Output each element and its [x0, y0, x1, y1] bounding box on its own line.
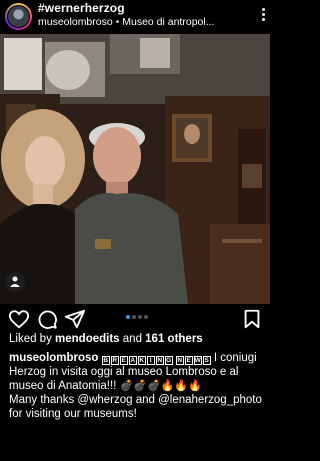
heart-icon[interactable]	[8, 308, 30, 330]
likes-middle: and	[119, 333, 146, 345]
bookmark-icon[interactable]	[241, 308, 263, 330]
profile-avatar-ring[interactable]	[5, 3, 32, 30]
carousel-dot	[132, 315, 136, 319]
badge-letter: G	[164, 356, 173, 365]
post-header: #wernerherzog museolombroso • Museo di a…	[0, 0, 270, 34]
post-image	[0, 34, 270, 304]
caption-username-link[interactable]: museolombroso	[9, 352, 98, 364]
badge-letter: W	[193, 356, 202, 365]
liked-by-user-link[interactable]: mendoedits	[55, 333, 120, 345]
post-photo[interactable]	[0, 34, 270, 304]
separator-dot: •	[115, 16, 120, 28]
badge-letter: N	[155, 356, 164, 365]
caption-emojis: 💣💣💣🔥🔥🔥	[119, 380, 202, 392]
badge-letter: A	[128, 356, 137, 365]
carousel-dot	[138, 315, 142, 319]
location-link[interactable]: Museo di antropol...	[122, 16, 214, 28]
post-footer: Liked by mendoedits and 161 others museo…	[9, 333, 265, 421]
breaking-badge: BREAKING	[101, 356, 173, 365]
likes-prefix: Liked by	[9, 333, 56, 345]
hashtag-title[interactable]: #wernerherzog	[38, 1, 125, 15]
badge-letter: N	[175, 356, 184, 365]
avatar[interactable]	[7, 5, 30, 28]
caption-thanks: Many thanks @wherzog and @lenaherzog_pho…	[9, 394, 262, 420]
carousel-dot	[126, 315, 130, 319]
share-icon[interactable]	[64, 308, 86, 330]
badge-letter: R	[110, 356, 119, 365]
account-line: museolombroso • Museo di antropol...	[38, 16, 263, 28]
post-caption: museolombroso BREAKING NEWS I coniugi He…	[9, 351, 265, 421]
username-link[interactable]: museolombroso	[38, 16, 113, 28]
badge-letter: B	[101, 356, 110, 365]
badge-letter: S	[202, 356, 211, 365]
likes-count-link[interactable]: 161 others	[145, 333, 203, 345]
badge-letter: E	[119, 356, 128, 365]
carousel-dot	[144, 315, 148, 319]
badge-letter: I	[146, 356, 155, 365]
news-badge: NEWS	[175, 356, 211, 365]
more-options-icon[interactable]	[258, 6, 268, 28]
likes-line: Liked by mendoedits and 161 others	[9, 333, 265, 345]
comment-icon[interactable]	[36, 308, 58, 330]
badge-letter: E	[184, 356, 193, 365]
badge-letter: K	[137, 356, 146, 365]
